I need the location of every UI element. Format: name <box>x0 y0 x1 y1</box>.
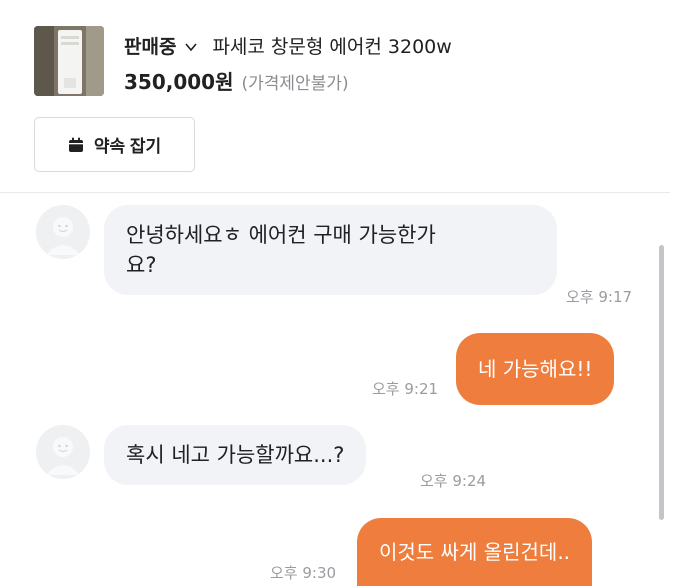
header-divider <box>0 192 670 193</box>
price-negotiation-note: (가격제안불가) <box>241 74 349 94</box>
avatar[interactable] <box>36 205 90 259</box>
message-time: 오후 9:30 <box>270 564 337 582</box>
calendar-icon <box>68 137 84 153</box>
chat-scrollbar[interactable] <box>659 245 664 520</box>
appointment-label: 약속 잡기 <box>93 137 162 156</box>
message-bubble-outgoing[interactable]: 네 가능해요!! <box>456 333 615 405</box>
message-text: 요? <box>126 253 157 277</box>
message-bubble-incoming[interactable]: 혹시 네고 가능할까요...? <box>104 425 367 485</box>
product-price: 350,000원 <box>124 70 234 94</box>
message-bubble-incoming[interactable]: 안녕하세요ㅎ 에어컨 구매 가능한가 요? <box>104 205 557 295</box>
message-text: 안녕하세요ㅎ 에어컨 구매 가능한가 <box>126 223 436 247</box>
message-time: 오후 9:21 <box>372 380 439 398</box>
message-bubble-outgoing[interactable]: 이것도 싸게 올린건데.. <box>357 518 593 586</box>
avatar[interactable] <box>36 425 90 479</box>
chevron-down-icon[interactable] <box>184 39 198 53</box>
message-time: 오후 9:17 <box>566 288 633 306</box>
make-appointment-button[interactable]: 약속 잡기 <box>34 117 195 172</box>
product-thumbnail[interactable] <box>34 26 104 96</box>
product-title[interactable]: 파세코 창문형 에어컨 3200w <box>212 32 451 59</box>
message-text: 혹시 네고 가능할까요...? <box>126 443 345 467</box>
message-text: 이것도 싸게 올린건데.. <box>379 540 571 564</box>
sale-status[interactable]: 판매중 <box>124 32 176 59</box>
message-text: 네 가능해요!! <box>478 357 593 381</box>
message-time: 오후 9:24 <box>420 472 487 490</box>
product-card[interactable]: 판매중 파세코 창문형 에어컨 3200w 350,000원 (가격제안불가) <box>34 26 654 98</box>
